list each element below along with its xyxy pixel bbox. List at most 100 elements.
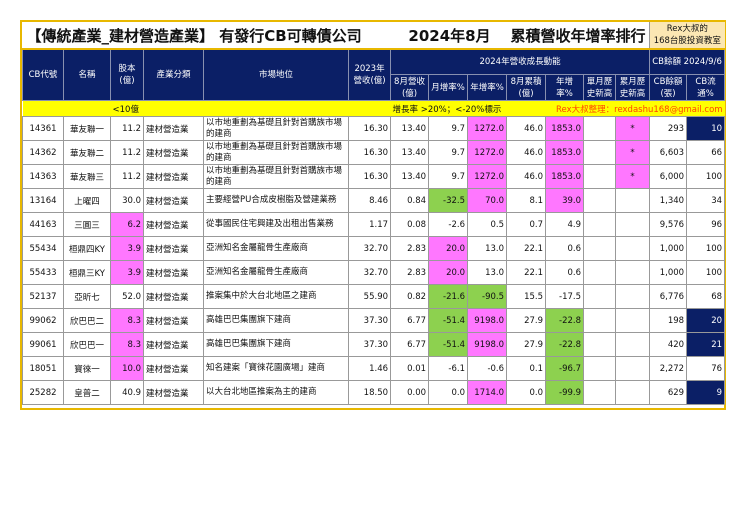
- cell-mom: 9.7: [428, 140, 469, 165]
- cell-mom: -21.6: [428, 284, 469, 309]
- cell-cum-yoy: 0.6: [545, 236, 585, 261]
- cell-rev2023: 32.70: [347, 260, 392, 285]
- cell-rev2023: 8.46: [347, 188, 392, 213]
- cell-cb-pct: 34: [686, 188, 726, 213]
- growth-note: 增長率 >20%；<-20%標示: [390, 100, 546, 117]
- cell-aug-cum: 46.0: [506, 116, 547, 141]
- cell-yoy: 1272.0: [467, 164, 508, 189]
- cell-name: 欣巴巴一: [63, 332, 111, 357]
- cell-mom: -32.5: [428, 188, 469, 213]
- cell-cum-yoy: -22.8: [545, 332, 585, 357]
- cell-cum-high: [615, 260, 651, 285]
- table-row: 25282 皇普二 40.9 建材營造業 以大台北地區推案為主的建商 18.50 0.00 0…: [22, 380, 726, 405]
- cell-code: 25282: [22, 380, 64, 405]
- report-subtitle: 累積營收年增率排行: [506, 22, 650, 50]
- cell-month-high: [583, 380, 617, 405]
- cell-code: 99062: [22, 308, 64, 333]
- table-row: 52137 亞昕七 52.0 建材營造業 推案集中於大台北地區之建商 55.90 0.82-…: [22, 284, 726, 309]
- cell-month-high: [583, 284, 617, 309]
- cell-cum-yoy: -99.9: [545, 380, 585, 405]
- cell-industry: 建材營造業: [143, 116, 204, 141]
- cell-industry: 建材營造業: [143, 356, 204, 381]
- cell-mom: -51.4: [428, 332, 469, 357]
- cell-position: 以市地重劃為基礎且針對首購族市場的建商: [203, 164, 349, 189]
- cell-cb-balance: 1,000: [649, 236, 688, 261]
- cell-aug-rev: 6.77: [390, 308, 430, 333]
- cell-code: 18051: [22, 356, 64, 381]
- cell-cb-pct: 100: [686, 164, 726, 189]
- header-rev2023: 2023年營收(億): [347, 48, 392, 101]
- cell-yoy: -0.6: [467, 356, 508, 381]
- cell-capital: 6.2: [110, 212, 144, 237]
- cell-cum-high: [615, 380, 651, 405]
- cell-capital: 30.0: [110, 188, 144, 213]
- cell-cb-balance: 629: [649, 380, 688, 405]
- header-aug-rev: 8月營收(億): [390, 74, 430, 101]
- cell-month-high: [583, 332, 617, 357]
- cell-yoy: 0.5: [467, 212, 508, 237]
- cell-rev2023: 16.30: [347, 164, 392, 189]
- cell-rev2023: 37.30: [347, 308, 392, 333]
- cell-code: 55434: [22, 236, 64, 261]
- cell-aug-cum: 8.1: [506, 188, 547, 213]
- cell-position: 亞洲知名金屬龍骨生產廠商: [203, 236, 349, 261]
- cell-industry: 建材營造業: [143, 140, 204, 165]
- cell-industry: 建材營造業: [143, 284, 204, 309]
- cell-name: 華友聯二: [63, 140, 111, 165]
- cell-aug-rev: 13.40: [390, 116, 430, 141]
- table-row: 14361 華友聯一 11.2 建材營造業 以市地重劃為基礎且針對首購族市場的建商 16.…: [22, 116, 726, 141]
- cell-cb-pct: 66: [686, 140, 726, 165]
- cell-capital: 8.3: [110, 332, 144, 357]
- rex-badge: Rex大叔的 168台股投資教室: [649, 22, 725, 50]
- cell-code: 14362: [22, 140, 64, 165]
- cell-industry: 建材營造業: [143, 260, 204, 285]
- cell-position: 以市地重劃為基礎且針對首購族市場的建商: [203, 140, 349, 165]
- cell-capital: 8.3: [110, 308, 144, 333]
- cell-month-high: [583, 188, 617, 213]
- cell-cum-high: [615, 212, 651, 237]
- cell-rev2023: 32.70: [347, 236, 392, 261]
- cell-month-high: [583, 164, 617, 189]
- cell-cb-balance: 6,000: [649, 164, 688, 189]
- cell-mom: 9.7: [428, 164, 469, 189]
- cell-cb-pct: 20: [686, 308, 726, 333]
- cell-yoy: 9198.0: [467, 308, 508, 333]
- cb-revenue-table: 【傳統產業_建材營造產業】 有發行CB可轉債公司 2024年8月 累積營收年增率…: [22, 22, 726, 405]
- cell-month-high: [583, 236, 617, 261]
- cell-rev2023: 18.50: [347, 380, 392, 405]
- report-month: 2024年8月: [390, 22, 507, 50]
- cell-mom: -2.6: [428, 212, 469, 237]
- cell-aug-rev: 0.82: [390, 284, 430, 309]
- table-row: 99062 欣巴巴二 8.3 建材營造業 高雄巴巴集團旗下建商 37.30 6.77 -51.…: [22, 308, 726, 333]
- table-row: 55433 桓鼎三KY 3.9 建材營造業 亞洲知名金屬龍骨生產廠商 32.70 2.83 2…: [22, 260, 726, 285]
- cell-yoy: 13.0: [467, 236, 508, 261]
- header-cb-group: CB餘額 2024/9/6: [649, 48, 726, 75]
- cell-aug-rev: 0.00: [390, 380, 430, 405]
- cell-cb-pct: 68: [686, 284, 726, 309]
- cell-position: 從事國民住宅興建及出租出售業務: [203, 212, 349, 237]
- table-body: 14361 華友聯一 11.2 建材營造業 以市地重劃為基礎且針對首購族市場的建商 16.…: [22, 116, 726, 405]
- cell-cum-yoy: -22.8: [545, 308, 585, 333]
- cell-yoy: 70.0: [467, 188, 508, 213]
- cell-yoy: 1272.0: [467, 116, 508, 141]
- header-code: CB代號: [22, 48, 64, 101]
- cell-month-high: [583, 116, 617, 141]
- header-cum-yoy: 年增率%: [545, 74, 585, 101]
- cell-industry: 建材營造業: [143, 308, 204, 333]
- cell-aug-rev: 6.77: [390, 332, 430, 357]
- cell-aug-rev: 13.40: [390, 140, 430, 165]
- cell-cum-yoy: 0.6: [545, 260, 585, 285]
- cell-position: 高雄巴巴集團旗下建商: [203, 308, 349, 333]
- cell-industry: 建材營造業: [143, 236, 204, 261]
- cell-yoy: -90.5: [467, 284, 508, 309]
- cell-name: 華友聯三: [63, 164, 111, 189]
- legend-row: <10億 增長率 >20%；<-20%標示 Rex大叔整理：rexdashu16…: [22, 100, 725, 117]
- cell-cb-balance: 9,576: [649, 212, 688, 237]
- cell-aug-cum: 0.0: [506, 380, 547, 405]
- capital-note: <10億: [110, 100, 349, 117]
- cell-month-high: [583, 260, 617, 285]
- cell-aug-cum: 22.1: [506, 236, 547, 261]
- cell-mom: 20.0: [428, 236, 469, 261]
- cell-aug-cum: 46.0: [506, 140, 547, 165]
- credit-note: Rex大叔整理：rexdashu168@gmail.com: [545, 100, 725, 117]
